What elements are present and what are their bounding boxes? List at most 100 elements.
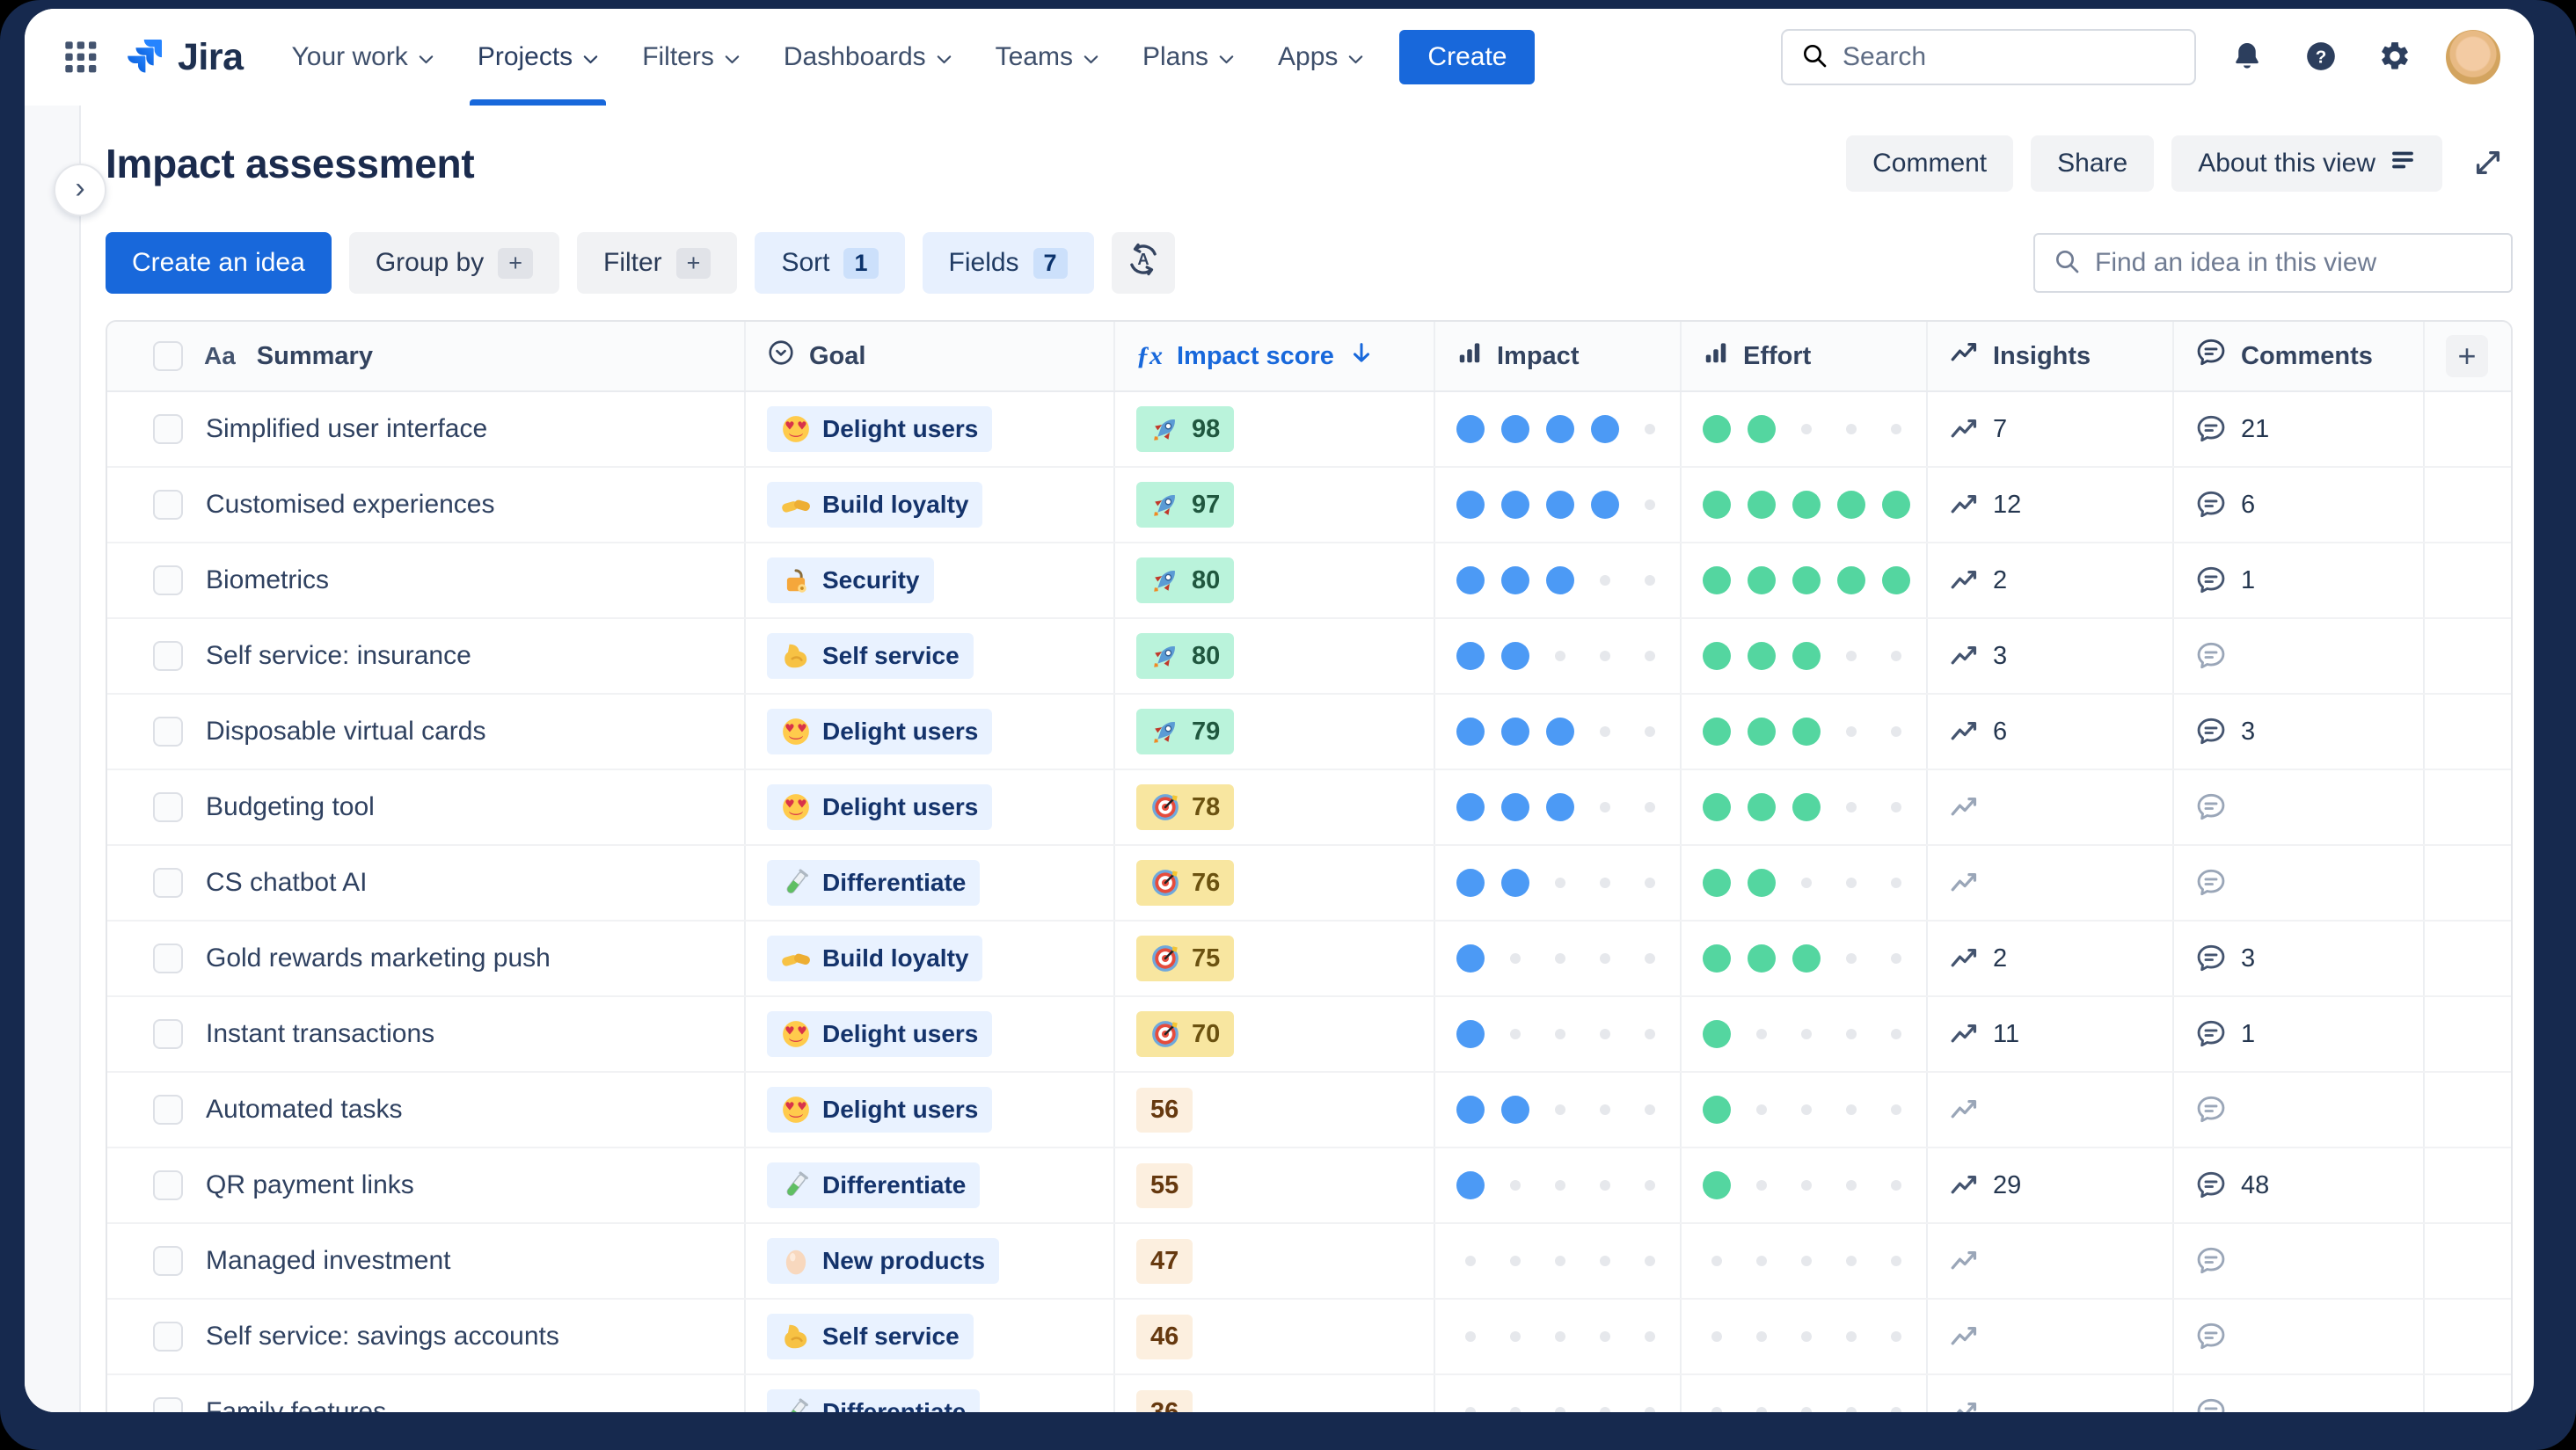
insights-count[interactable]: 6 [1949, 717, 2007, 747]
share-button[interactable]: Share [2031, 135, 2155, 192]
comments-count[interactable] [2195, 1245, 2227, 1277]
impact-rating[interactable] [1456, 642, 1680, 670]
impact-rating[interactable] [1456, 944, 1680, 973]
comments-count[interactable] [2195, 867, 2227, 899]
row-checkbox[interactable] [153, 944, 183, 973]
idea-summary[interactable]: Self service: savings accounts [206, 1322, 559, 1352]
idea-summary[interactable]: Family features [206, 1397, 386, 1412]
impact-score-chip[interactable]: 98 [1136, 406, 1235, 452]
comments-count[interactable]: 48 [2195, 1169, 2269, 1201]
nav-item-filters[interactable]: Filters [620, 9, 762, 106]
nav-item-dashboards[interactable]: Dashboards [762, 9, 974, 106]
goal-chip[interactable]: ♥ ♥ Delight users [767, 1087, 993, 1133]
impact-rating[interactable] [1456, 718, 1680, 746]
goal-chip[interactable]: ♥ ♥ Delight users [767, 1011, 993, 1057]
find-idea-input[interactable] [2095, 248, 2493, 278]
effort-rating[interactable] [1703, 718, 1926, 746]
row-checkbox[interactable] [153, 1170, 183, 1200]
goal-chip[interactable]: ♥ ♥ Delight users [767, 709, 993, 754]
effort-rating[interactable] [1703, 1096, 1926, 1124]
impact-rating[interactable] [1456, 566, 1680, 594]
row-checkbox[interactable] [153, 717, 183, 747]
column-header-insights[interactable]: Insights [1928, 322, 2174, 390]
insights-count[interactable]: 12 [1949, 490, 2021, 520]
impact-score-chip[interactable]: 75 [1136, 936, 1235, 981]
table-row[interactable]: Simplified user interface ♥ ♥ Delight use… [107, 392, 2511, 468]
insights-count[interactable] [1949, 1322, 1979, 1352]
idea-summary[interactable]: Simplified user interface [206, 414, 487, 444]
fields-button[interactable]: Fields 7 [922, 232, 1094, 294]
insights-count[interactable] [1949, 868, 1979, 898]
goal-chip[interactable]: Build loyalty [767, 482, 983, 528]
table-row[interactable]: Gold rewards marketing push Build loyalt… [107, 922, 2511, 997]
comments-count[interactable]: 21 [2195, 413, 2269, 445]
comments-count[interactable] [2195, 640, 2227, 672]
impact-rating[interactable] [1456, 1020, 1680, 1048]
idea-summary[interactable]: Self service: insurance [206, 641, 471, 671]
table-row[interactable]: Automated tasks ♥ ♥ Delight users 56 [107, 1073, 2511, 1148]
goal-chip[interactable]: ♥ ♥ Delight users [767, 406, 993, 452]
insights-count[interactable] [1949, 1246, 1979, 1276]
effort-rating[interactable] [1703, 566, 1926, 594]
impact-score-chip[interactable]: 70 [1136, 1011, 1235, 1057]
about-this-view-button[interactable]: About this view [2171, 135, 2442, 192]
comments-count[interactable] [2195, 1396, 2227, 1412]
row-checkbox[interactable] [153, 1246, 183, 1276]
effort-rating[interactable] [1703, 1256, 1926, 1266]
effort-rating[interactable] [1703, 1407, 1926, 1412]
impact-score-chip[interactable]: 80 [1136, 633, 1235, 679]
row-checkbox[interactable] [153, 792, 183, 822]
column-header-goal[interactable]: Goal [746, 322, 1115, 390]
filter-button[interactable]: Filter + [577, 232, 738, 294]
goal-chip[interactable]: Differentiate [767, 1162, 981, 1208]
goal-chip[interactable]: New products [767, 1238, 1000, 1284]
insights-count[interactable] [1949, 792, 1979, 822]
comments-count[interactable] [2195, 1321, 2227, 1352]
impact-score-chip[interactable]: 79 [1136, 709, 1235, 754]
impact-rating[interactable] [1456, 1256, 1680, 1266]
comments-count[interactable]: 1 [2195, 1018, 2255, 1050]
row-checkbox[interactable] [153, 565, 183, 595]
row-checkbox[interactable] [153, 1095, 183, 1125]
insights-count[interactable]: 2 [1949, 565, 2007, 595]
table-row[interactable]: Self service: insurance Self service 80 … [107, 619, 2511, 695]
column-header-summary[interactable]: Aa Summary [107, 322, 746, 390]
impact-score-chip[interactable]: 97 [1136, 482, 1235, 528]
insights-count[interactable]: 7 [1949, 414, 2007, 444]
impact-score-chip[interactable]: 46 [1136, 1314, 1193, 1359]
settings-button[interactable] [2372, 34, 2418, 80]
row-checkbox[interactable] [153, 490, 183, 520]
row-checkbox[interactable] [153, 1019, 183, 1049]
impact-score-chip[interactable]: 36 [1136, 1389, 1193, 1412]
effort-rating[interactable] [1703, 491, 1926, 519]
comments-count[interactable] [2195, 791, 2227, 823]
effort-rating[interactable] [1703, 415, 1926, 443]
effort-rating[interactable] [1703, 642, 1926, 670]
goal-chip[interactable]: Build loyalty [767, 936, 983, 981]
goal-chip[interactable]: Differentiate [767, 860, 981, 906]
idea-summary[interactable]: Managed investment [206, 1246, 451, 1276]
insights-count[interactable] [1949, 1095, 1979, 1125]
column-header-impact[interactable]: Impact [1435, 322, 1682, 390]
table-row[interactable]: Disposable virtual cards ♥ ♥ Delight user… [107, 695, 2511, 770]
table-row[interactable]: Self service: savings accounts Self serv… [107, 1300, 2511, 1375]
notifications-button[interactable] [2224, 34, 2270, 80]
idea-summary[interactable]: Instant transactions [206, 1019, 434, 1049]
table-row[interactable]: Customised experiences Build loyalty 97 … [107, 468, 2511, 543]
app-switcher-button[interactable] [55, 32, 106, 83]
create-idea-button[interactable]: Create an idea [106, 232, 332, 294]
table-row[interactable]: QR payment links Differentiate 55 29 48 [107, 1148, 2511, 1224]
effort-rating[interactable] [1703, 1020, 1926, 1048]
table-row[interactable]: Managed investment New products 47 [107, 1224, 2511, 1300]
sidebar-expand-button[interactable]: › [54, 164, 106, 216]
table-row[interactable]: Biometrics Security 80 2 1 [107, 543, 2511, 619]
impact-score-chip[interactable]: 80 [1136, 557, 1235, 603]
goal-chip[interactable]: Security [767, 557, 934, 603]
impact-score-chip[interactable]: 47 [1136, 1238, 1193, 1284]
comments-count[interactable]: 3 [2195, 716, 2255, 747]
insights-count[interactable]: 29 [1949, 1170, 2021, 1200]
effort-rating[interactable] [1703, 1331, 1926, 1342]
nav-item-apps[interactable]: Apps [1256, 9, 1385, 106]
insights-count[interactable]: 11 [1949, 1019, 2019, 1049]
impact-rating[interactable] [1456, 1171, 1680, 1199]
